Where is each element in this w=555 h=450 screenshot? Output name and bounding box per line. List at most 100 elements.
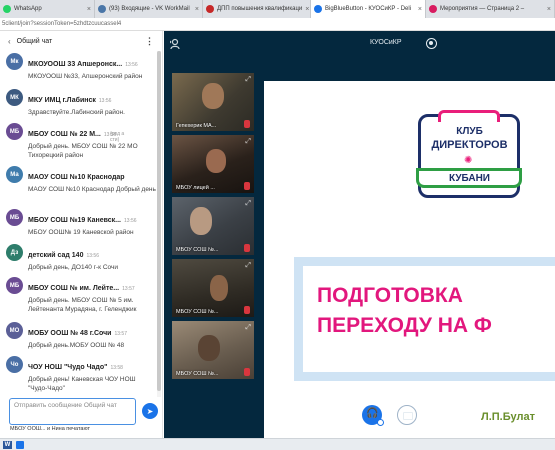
- mail-icon: [98, 5, 106, 13]
- message-author: детский сад 140: [28, 252, 84, 259]
- tab-label: (93) Входящие - VK WorkMail: [109, 6, 190, 12]
- send-icon: ➤: [146, 406, 154, 416]
- typing-indicator: МБОУ ООШ... и Нина печатают: [10, 426, 90, 432]
- conference-area: КУОСиКР ⤢ Гепехерик МА... ⤢ МБОУ лицей .…: [164, 31, 555, 441]
- edited-marker: (ред а сти): [110, 131, 125, 143]
- message-text: МБОУ ООШ№ 19 Каневской район: [28, 229, 134, 236]
- participant-video: [206, 149, 226, 173]
- avatar: МБ: [6, 277, 23, 294]
- chevron-left-icon[interactable]: ‹: [8, 37, 11, 46]
- avatar: МО: [6, 322, 23, 339]
- browser-tab-bar: WhatsApp × (93) Входящие - VK WorkMail ×…: [0, 0, 555, 18]
- webcam-label: МБОУ СОШ №...: [176, 309, 219, 315]
- avatar: Чо: [6, 356, 23, 373]
- logo-text: КЛУБ: [456, 126, 483, 137]
- webcam-tile[interactable]: ⤢ МБОУ лицей ...: [172, 135, 254, 193]
- webcam-label: МБОУ лицей ...: [176, 185, 215, 191]
- more-options-icon[interactable]: ⋮: [145, 36, 154, 47]
- record-icon[interactable]: [426, 38, 437, 49]
- chat-header: ‹ Общий чат ⋮: [0, 31, 162, 51]
- message-time: 13:56: [125, 62, 138, 68]
- fullscreen-icon[interactable]: ⤢: [245, 138, 251, 146]
- webcam-tile[interactable]: ⤢ Гепехерик МА...: [172, 73, 254, 131]
- app-icon[interactable]: [16, 441, 24, 449]
- chat-scrollbar[interactable]: [157, 51, 161, 397]
- browser-tab-active[interactable]: BigBlueButton - КУОСиКР - Deli ×: [311, 0, 426, 18]
- chat-message: МБ МБОУ СОШ № 22 М... 13:56 Добрый день. …: [6, 123, 156, 160]
- message-author: МКОУООШ 33 Апшеронск...: [28, 61, 123, 68]
- avatar: Ма: [6, 166, 23, 183]
- message-text: Добрый день. МБОУ СОШ № 22 МО Тихорецкий…: [28, 143, 138, 159]
- site-icon: [429, 5, 437, 13]
- slide-headline: ПОДГОТОВКА: [317, 284, 463, 307]
- meeting-title: КУОСиКР: [370, 39, 402, 46]
- webcam-label: МБОУ СОШ №...: [176, 247, 219, 253]
- slide-headline: ПЕРЕХОДУ НА Ф: [317, 314, 492, 337]
- webcam-label: МБОУ СОШ №...: [176, 371, 219, 377]
- muted-mic-icon: [244, 120, 250, 128]
- close-icon[interactable]: ×: [84, 6, 91, 13]
- message-author: МБОУ СОШ №19 Каневск...: [28, 217, 122, 224]
- webcam-tile[interactable]: ⤢ МБОУ СОШ №...: [172, 259, 254, 317]
- webcam-tile[interactable]: ⤢ МБОУ СОШ №...: [172, 197, 254, 255]
- browser-tab[interactable]: (93) Входящие - VK WorkMail ×: [95, 0, 203, 18]
- muted-mic-icon: [244, 244, 250, 252]
- fullscreen-icon[interactable]: ⤢: [245, 262, 251, 270]
- conference-topbar: КУОСиКР: [164, 31, 555, 57]
- participant-video: [198, 335, 220, 361]
- camera-button[interactable]: [397, 405, 417, 425]
- browser-tab[interactable]: Мероприятия — Страница 2 – ×: [426, 0, 555, 18]
- message-time: 13:56: [124, 218, 137, 224]
- message-time: 13:57: [122, 286, 135, 292]
- chat-message: Дз детский сад 140 13:56 Добрый день, ДО1…: [6, 244, 156, 272]
- chat-panel: ‹ Общий чат ⋮ Мк МКОУООШ 33 Апшеронск...…: [0, 31, 163, 438]
- chat-message-input[interactable]: Отправить сообщение Общий чат: [9, 398, 136, 425]
- avatar: Мк: [6, 53, 23, 70]
- avatar: Дз: [6, 244, 23, 261]
- browser-tab[interactable]: WhatsApp ×: [0, 0, 95, 18]
- participant-video: [190, 207, 212, 235]
- chat-message: Мк МКОУООШ 33 Апшеронск... 13:56 МКОУООШ …: [6, 53, 156, 81]
- chat-message: МК МКУ ИМЦ г.Лабинск 13:56 Здравствуйте.Л…: [6, 89, 156, 117]
- tab-label: WhatsApp: [14, 6, 42, 12]
- slide-author: Л.П.Булат: [481, 411, 535, 423]
- message-author: МАОУ СОШ №10 Краснодар: [28, 174, 125, 181]
- close-icon[interactable]: ×: [544, 6, 551, 13]
- whatsapp-icon: [3, 5, 11, 13]
- word-icon[interactable]: W: [3, 441, 12, 449]
- close-icon[interactable]: ×: [302, 6, 309, 13]
- tab-label: Мероприятия — Страница 2 –: [440, 6, 525, 12]
- audio-settings-indicator[interactable]: [377, 419, 384, 426]
- close-icon[interactable]: ×: [192, 6, 199, 13]
- scroll-thumb[interactable]: [157, 51, 161, 391]
- send-button[interactable]: ➤: [142, 403, 158, 419]
- message-author: ЧОУ НОШ "Чудо Чадо": [28, 364, 108, 371]
- users-icon[interactable]: [169, 38, 182, 50]
- address-bar[interactable]: 5client/join?sessionToken=5zhdtzcuucasse…: [0, 18, 555, 31]
- logo-text: ДИРЕКТОРОВ: [431, 139, 508, 151]
- fullscreen-icon[interactable]: ⤢: [245, 76, 251, 84]
- message-time: 13:57: [114, 331, 127, 337]
- chat-message: Чо ЧОУ НОШ "Чудо Чадо" 13:58 Добрый день!…: [6, 356, 156, 393]
- tab-label: BigBlueButton - КУОСиКР - Deli: [325, 6, 412, 12]
- fullscreen-icon[interactable]: ⤢: [245, 324, 251, 332]
- tab-label: ДПП повышения квалификаци: [217, 6, 303, 12]
- webcam-tile[interactable]: ⤢ МБОУ СОШ №...: [172, 321, 254, 379]
- lightbulb-icon: ✺: [464, 155, 473, 166]
- message-time: 13:58: [110, 365, 123, 371]
- muted-mic-icon: [244, 368, 250, 376]
- club-logo: КЛУБ ДИРЕКТОРОВ ✺ КУБАНИ: [414, 104, 525, 198]
- message-text: МКОУООШ №33, Апшеронский район: [28, 73, 143, 80]
- presentation-slide[interactable]: КЛУБ ДИРЕКТОРОВ ✺ КУБАНИ ПОДГОТОВКА ПЕРЕ…: [264, 81, 555, 441]
- muted-mic-icon: [244, 306, 250, 314]
- avatar: МБ: [6, 123, 23, 140]
- message-text: Добрый день.МОБУ ООШ № 48: [28, 342, 125, 349]
- fullscreen-icon[interactable]: ⤢: [245, 200, 251, 208]
- browser-tab[interactable]: ДПП повышения квалификаци ×: [203, 0, 311, 18]
- message-author: МКУ ИМЦ г.Лабинск: [28, 97, 96, 104]
- message-author: МБОУ СОШ № 22 М...: [28, 131, 101, 138]
- logo-handle: [438, 110, 500, 122]
- close-icon[interactable]: ×: [415, 6, 422, 13]
- message-text: МАОУ СОШ №10 Краснодар Добрый день: [28, 186, 156, 193]
- chat-message-list[interactable]: Мк МКОУООШ 33 Апшеронск... 13:56 МКОУООШ …: [0, 51, 163, 397]
